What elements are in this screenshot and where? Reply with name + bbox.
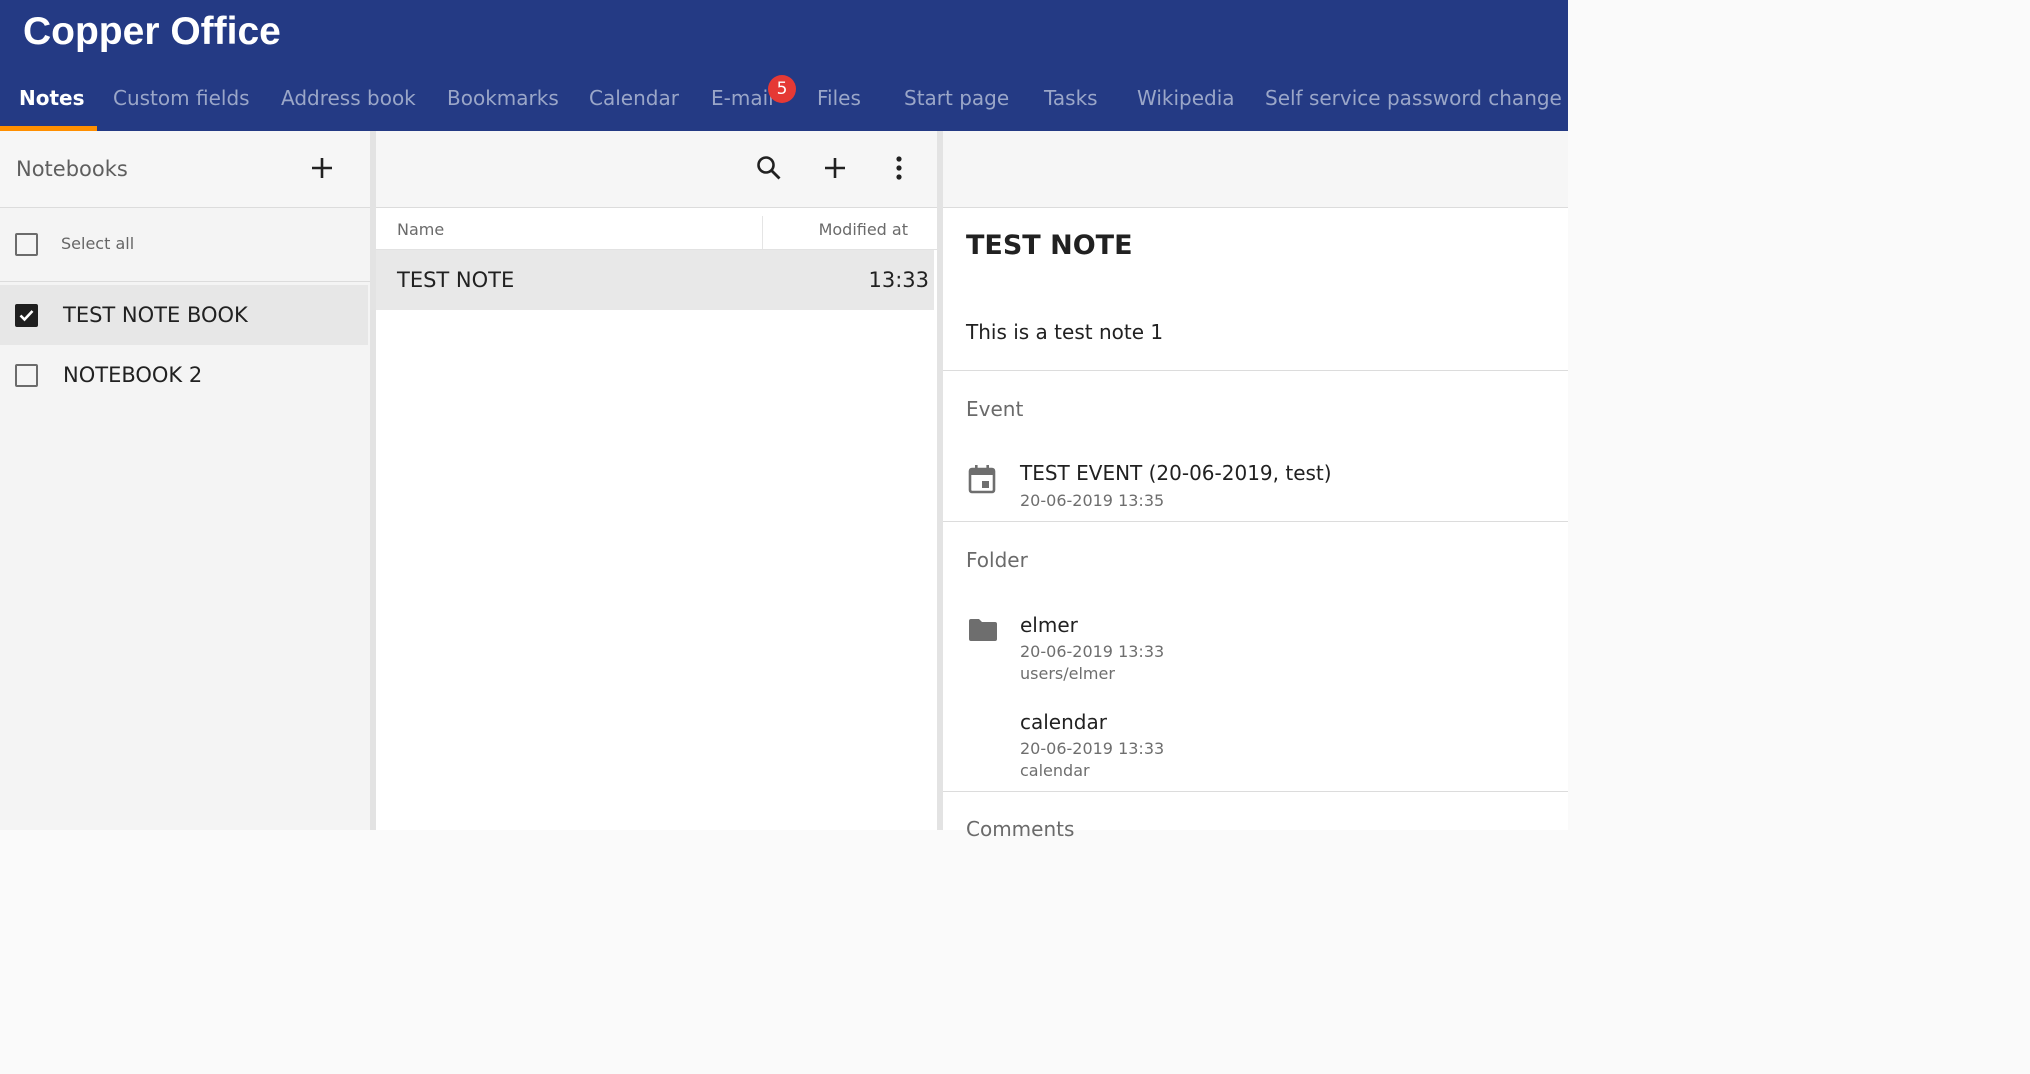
comments-section-label: Comments [966,817,1075,841]
select-all-row[interactable]: Select all [0,208,371,282]
more-vert-icon[interactable] [894,155,904,187]
tab-start-page[interactable]: Start page [904,86,1009,110]
notebook-label: NOTEBOOK 2 [63,363,203,387]
select-all-checkbox[interactable] [15,233,38,256]
section-divider [943,521,1568,522]
plus-icon[interactable] [309,155,335,185]
notes-table-header: Name Modified at [376,208,937,250]
plus-icon[interactable] [822,155,848,185]
note-name: TEST NOTE [397,268,515,292]
event-section-label: Event [966,397,1024,421]
notes-toolbar [376,131,937,208]
linked-event-date: 20-06-2019 13:35 [1020,491,1165,510]
tab-email[interactable]: E-mail [711,86,774,110]
note-modified: 13:33 [868,268,929,292]
search-icon[interactable] [755,154,783,186]
top-bar: Copper Office Notes Custom fields Addres… [0,0,1568,131]
select-all-label: Select all [61,234,135,253]
tab-notes[interactable]: Notes [19,86,85,110]
section-divider [943,791,1568,792]
notebook-checkbox[interactable] [15,364,38,387]
notebook-checkbox[interactable] [15,304,38,327]
email-unread-badge: 5 [768,75,796,103]
notes-list-panel: Name Modified at TEST NOTE 13:33 [376,131,937,830]
tab-bookmarks[interactable]: Bookmarks [447,86,559,110]
tab-address-book[interactable]: Address book [281,86,416,110]
linked-folder-date: 20-06-2019 13:33 [1020,642,1165,661]
section-divider [943,370,1568,371]
linked-folder-date: 20-06-2019 13:33 [1020,739,1165,758]
notebook-item[interactable]: TEST NOTE BOOK [0,285,368,345]
tab-calendar[interactable]: Calendar [589,86,679,110]
notebooks-toolbar: Notebooks [0,131,371,208]
tab-files[interactable]: Files [817,86,861,110]
column-separator [762,216,763,249]
notebook-label: TEST NOTE BOOK [63,303,248,327]
notebook-item[interactable]: NOTEBOOK 2 [0,345,368,405]
check-icon [19,310,34,322]
column-modified-header[interactable]: Modified at [819,220,908,239]
linked-folder-title[interactable]: elmer [1020,613,1078,637]
note-detail-panel: TEST NOTE This is a test note 1 Event TE… [943,131,1568,841]
note-title: TEST NOTE [966,230,1133,261]
tab-wikipedia[interactable]: Wikipedia [1137,86,1235,110]
note-body: This is a test note 1 [966,320,1164,344]
notebooks-panel: Notebooks Select all TEST NOTE BOOK NOTE… [0,131,371,830]
calendar-icon [968,464,996,498]
linked-folder-path: users/elmer [1020,664,1115,683]
tab-tasks[interactable]: Tasks [1044,86,1098,110]
tab-custom-fields[interactable]: Custom fields [113,86,250,110]
detail-toolbar [943,131,1568,208]
app-title: Copper Office [23,10,281,53]
table-row[interactable]: TEST NOTE 13:33 [376,250,934,310]
tab-self-service-password-change[interactable]: Self service password change [1265,86,1562,110]
linked-event-title[interactable]: TEST EVENT (20-06-2019, test) [1020,461,1332,485]
linked-folder-path: calendar [1020,761,1090,780]
linked-folder-title[interactable]: calendar [1020,710,1107,734]
column-name-header[interactable]: Name [397,220,444,239]
notebooks-title: Notebooks [16,157,128,181]
folder-section-label: Folder [966,548,1028,572]
folder-icon [968,618,998,646]
